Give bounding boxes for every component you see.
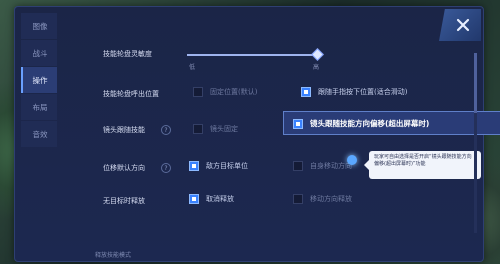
tab-label: 操作 [32, 75, 48, 85]
skill-wheel-sensitivity-label: 技能轮盘灵敏度 [103, 50, 152, 58]
enemy-target-option[interactable]: 敌方目标单位 [189, 161, 248, 171]
move-direction-release-option[interactable]: 移动方向释放 [293, 194, 352, 204]
tab-layout[interactable]: 布局 [21, 94, 57, 120]
radio-box [301, 87, 311, 97]
tab-sound[interactable]: 音效 [21, 121, 57, 147]
radio-box [189, 194, 199, 204]
self-move-direction-option[interactable]: 自身移动方向 [293, 161, 352, 171]
help-icon[interactable]: ? [161, 163, 171, 173]
tooltip-text: 玩家可自由选择是否开启“镜头跟随技能方向偏移(超出屏幕时)”功能 [374, 154, 472, 167]
feature-tooltip: 玩家可自由选择是否开启“镜头跟随技能方向偏移(超出屏幕时)”功能 [347, 151, 481, 179]
follow-finger-option[interactable]: 跟随手指按下位置(适合滑动) [301, 87, 407, 97]
tab-label: 战斗 [32, 48, 48, 58]
option-label: 敌方目标单位 [206, 162, 248, 170]
slider-max-label: 高 [313, 64, 320, 71]
sensitivity-slider[interactable] [187, 48, 324, 61]
camera-follow-offset-option[interactable]: 镜头跟随技能方向偏移(超出屏幕时) [293, 118, 429, 129]
tab-controls[interactable]: 操作 [21, 67, 57, 93]
move-default-direction-label: 位移默认方向 [103, 164, 145, 172]
slider-min-label: 低 [189, 64, 196, 71]
scrollbar-thumb[interactable] [474, 53, 477, 113]
section-footer: 释放技能模式 [95, 252, 132, 259]
option-label: 镜头跟随技能方向偏移(超出屏幕时) [310, 119, 430, 128]
radio-box [193, 124, 203, 134]
tab-label: 音效 [32, 129, 48, 139]
skill-wheel-position-label: 技能轮盘呼出位置 [103, 90, 159, 98]
tab-graphics[interactable]: 图像 [21, 13, 57, 39]
settings-dialog: 图像 战斗 操作 布局 音效 技能轮盘灵敏度 低 高 技能轮盘呼出位置 固定位置… [14, 6, 500, 262]
camera-follow-skill-label: 镜头跟随技能 [103, 126, 145, 134]
option-label: 镜头固定 [210, 125, 238, 133]
option-label: 移动方向释放 [310, 195, 352, 203]
option-label: 跟随手指按下位置(适合滑动) [318, 88, 408, 96]
slider-fill [187, 54, 317, 56]
tooltip-pointer-dot [347, 155, 357, 165]
radio-box [293, 161, 303, 171]
tab-label: 布局 [32, 102, 48, 112]
radio-box [193, 87, 203, 97]
help-icon[interactable]: ? [161, 125, 171, 135]
no-target-release-label: 无目标时释放 [103, 197, 145, 205]
slider-knob[interactable] [311, 48, 324, 61]
tab-label: 图像 [32, 21, 48, 31]
radio-box [293, 194, 303, 204]
scrollbar[interactable] [474, 53, 477, 233]
radio-box [189, 161, 199, 171]
option-label: 自身移动方向 [310, 162, 352, 170]
fixed-position-option[interactable]: 固定位置(默认) [193, 87, 257, 97]
option-label: 取消释放 [206, 195, 234, 203]
tab-combat[interactable]: 战斗 [21, 40, 57, 66]
settings-content: 技能轮盘灵敏度 低 高 技能轮盘呼出位置 固定位置(默认) 跟随手指按下位置(适… [65, 7, 500, 261]
camera-fixed-option[interactable]: 镜头固定 [193, 124, 238, 134]
radio-box [293, 118, 303, 129]
settings-sidebar: 图像 战斗 操作 布局 音效 [21, 13, 57, 253]
cancel-release-option[interactable]: 取消释放 [189, 194, 234, 204]
option-label: 固定位置(默认) [210, 88, 258, 96]
